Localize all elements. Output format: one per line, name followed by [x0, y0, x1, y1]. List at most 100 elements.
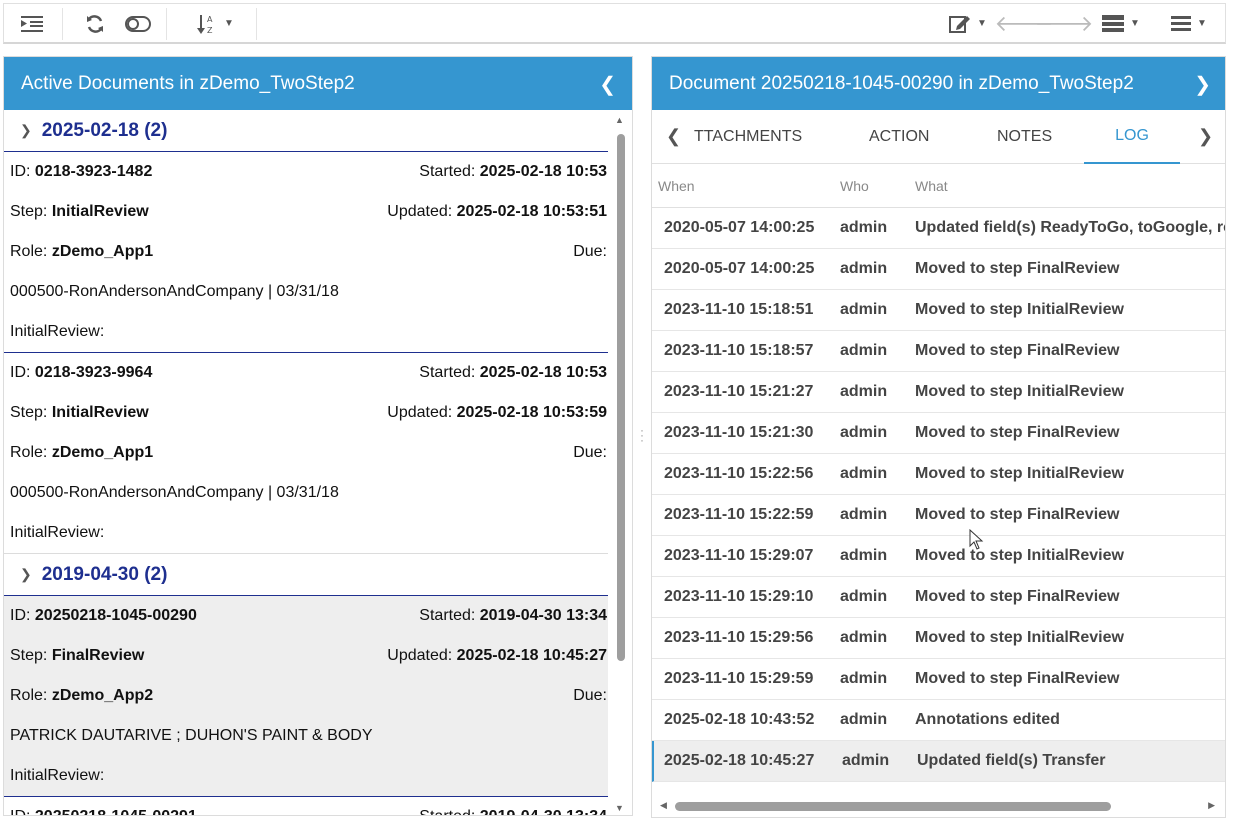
- scrollbar-thumb[interactable]: [675, 802, 1111, 811]
- sort-az-icon[interactable]: AZ ▼: [186, 4, 244, 43]
- document-item[interactable]: ID: 0218-3923-9964 Started: 2025-02-18 10…: [4, 353, 610, 554]
- log-row[interactable]: 2023-11-10 15:22:56 admin Moved to step In…: [652, 454, 1225, 495]
- log-row[interactable]: 2023-11-10 15:29:07 admin Moved to step In…: [652, 536, 1225, 577]
- toolbar: AZ ▼ ▼ 🡐 🡒 ▼ ▼: [3, 3, 1226, 44]
- doc-role: zDemo_App1: [51, 444, 154, 461]
- log-row[interactable]: 2020-05-07 14:00:25 admin Updated field(s)…: [652, 208, 1225, 249]
- document-item-selected[interactable]: ID: 20250218-1045-00290 Started: 2019-04-…: [4, 596, 610, 797]
- doc-started: 2019-04-30 13:34: [480, 808, 607, 815]
- left-panel-header: Active Documents in zDemo_TwoStep2 ❮: [4, 57, 632, 110]
- document-item[interactable]: ID: 20250218-1045-00291Started: 2019-04-…: [4, 797, 610, 815]
- log-row[interactable]: 2023-11-10 15:22:59 admin Moved to step Fi…: [652, 495, 1225, 536]
- tabs-scroll-left-icon[interactable]: ❮: [666, 126, 681, 147]
- log-cell-what: Updated field(s) Transfer: [917, 752, 1106, 769]
- log-cell-when: 2020-05-07 14:00:25: [664, 260, 815, 277]
- log-cell-what: Moved to step FinalReview: [915, 342, 1120, 359]
- doc-step: FinalReview: [51, 647, 145, 664]
- right-panel-title: Document 20250218-1045-00290 in zDemo_Tw…: [669, 72, 1134, 94]
- log-row[interactable]: 2023-11-10 15:29:56 admin Moved to step In…: [652, 618, 1225, 659]
- doc-subject: 000500-RonAndersonAndCompany | 03/31/18: [10, 283, 339, 300]
- log-cell-what: Moved to step FinalReview: [915, 506, 1120, 523]
- scroll-down-icon[interactable]: ▼: [615, 803, 624, 813]
- doc-id: 20250218-1045-00291: [35, 808, 197, 815]
- log-cell-what: Moved to step InitialReview: [915, 301, 1124, 318]
- forward-arrow-icon[interactable]: 🡒: [1035, 4, 1094, 43]
- log-cell-who: admin: [840, 547, 888, 564]
- log-row[interactable]: 2023-11-10 15:29:10 admin Moved to step Fi…: [652, 577, 1225, 618]
- detail-tabs: ❮ TTACHMENTS ACTION NOTES LOG ❯: [652, 110, 1225, 164]
- log-cell-who: admin: [840, 465, 888, 482]
- scroll-up-icon[interactable]: ▲: [615, 115, 624, 125]
- log-cell-what: Moved to step FinalReview: [915, 424, 1120, 441]
- document-detail-panel: Document 20250218-1045-00290 in zDemo_Tw…: [651, 56, 1226, 818]
- doc-step: InitialReview: [51, 203, 149, 220]
- doc-role: zDemo_App1: [51, 243, 154, 260]
- scroll-right-icon[interactable]: ▶: [1208, 800, 1215, 811]
- tab-attachments[interactable]: TTACHMENTS: [694, 110, 802, 164]
- doc-started: 2019-04-30 13:34: [479, 607, 607, 624]
- menu-icon[interactable]: ▼: [1162, 4, 1216, 43]
- log-cell-when: 2023-11-10 15:18:51: [664, 301, 814, 318]
- log-cell-when: 2025-02-18 10:45:27: [664, 752, 815, 769]
- scroll-left-icon[interactable]: ◀: [660, 800, 667, 811]
- log-table-header: When Who What: [652, 164, 1225, 208]
- document-item[interactable]: ID: 0218-3923-1482 Started: 2025-02-18 10…: [4, 152, 610, 353]
- panel-splitter[interactable]: · · ·: [640, 424, 644, 446]
- log-cell-what: Moved to step FinalReview: [915, 260, 1120, 277]
- log-cell-when: 2023-11-10 15:29:10: [664, 588, 814, 605]
- log-cell-who: admin: [840, 342, 888, 359]
- doc-due: Due:: [573, 243, 607, 260]
- log-cell-what: Moved to step FinalReview: [915, 588, 1120, 605]
- log-row[interactable]: 2025-02-18 10:45:27 admin Updated field(s)…: [652, 741, 1225, 782]
- log-cell-when: 2023-11-10 15:21:27: [664, 383, 814, 400]
- group-label: 2019-04-30 (2): [41, 563, 168, 585]
- tab-notes[interactable]: NOTES: [997, 110, 1052, 164]
- column-when[interactable]: When: [652, 178, 840, 194]
- column-who[interactable]: Who: [840, 178, 915, 194]
- log-cell-what: Moved to step InitialReview: [915, 383, 1124, 400]
- log-cell-who: admin: [840, 424, 888, 441]
- log-cell-when: 2023-11-10 15:29:56: [664, 629, 814, 646]
- toggle-icon[interactable]: [122, 4, 154, 43]
- svg-text:A: A: [207, 15, 213, 24]
- tab-log[interactable]: LOG: [1084, 110, 1180, 164]
- log-row[interactable]: 2023-11-10 15:18:57 admin Moved to step Fi…: [652, 331, 1225, 372]
- scrollbar-thumb[interactable]: [617, 134, 625, 661]
- log-cell-who: admin: [840, 711, 888, 728]
- indent-icon[interactable]: [16, 4, 48, 43]
- tabs-scroll-right-icon[interactable]: ❯: [1198, 126, 1213, 147]
- expand-right-icon[interactable]: ❯: [1188, 72, 1211, 97]
- log-row[interactable]: 2020-05-07 14:00:25 admin Moved to step Fi…: [652, 249, 1225, 290]
- log-cell-who: admin: [840, 260, 888, 277]
- left-panel-title: Active Documents in zDemo_TwoStep2: [21, 72, 355, 94]
- column-what[interactable]: What: [915, 178, 1225, 194]
- doc-updated: 2025-02-18 10:53:59: [456, 404, 607, 421]
- log-row[interactable]: 2023-11-10 15:21:30 admin Moved to step Fi…: [652, 413, 1225, 454]
- right-panel-header: Document 20250218-1045-00290 in zDemo_Tw…: [652, 57, 1225, 110]
- edit-icon[interactable]: ▼: [942, 4, 994, 43]
- log-row[interactable]: 2023-11-10 15:29:59 admin Moved to step Fi…: [652, 659, 1225, 700]
- doc-due: Due:: [573, 444, 607, 461]
- log-row[interactable]: 2023-11-10 15:18:51 admin Moved to step In…: [652, 290, 1225, 331]
- view-list-icon[interactable]: ▼: [1094, 4, 1148, 43]
- svg-text:Z: Z: [207, 26, 213, 35]
- document-list-scrollbar[interactable]: ▲ ▼: [608, 110, 632, 815]
- log-horizontal-scrollbar[interactable]: ◀ ▶: [652, 795, 1225, 817]
- refresh-icon[interactable]: [80, 4, 110, 43]
- collapse-left-icon[interactable]: ❮: [599, 72, 616, 97]
- log-cell-who: admin: [840, 301, 888, 318]
- group-header[interactable]: ❯ 2025-02-18 (2): [4, 110, 608, 152]
- log-row[interactable]: 2025-02-18 10:43:52 admin Annotations edit…: [652, 700, 1225, 741]
- doc-note: InitialReview:: [10, 323, 105, 340]
- log-row[interactable]: 2023-11-10 15:21:27 admin Moved to step In…: [652, 372, 1225, 413]
- log-cell-when: 2023-11-10 15:29:59: [664, 670, 814, 687]
- tab-action[interactable]: ACTION: [869, 110, 929, 164]
- log-cell-when: 2023-11-10 15:18:57: [664, 342, 814, 359]
- group-header[interactable]: ❯ 2019-04-30 (2): [4, 554, 608, 596]
- log-cell-who: admin: [840, 588, 888, 605]
- doc-started: 2025-02-18 10:53: [479, 163, 607, 180]
- log-cell-what: Updated field(s) ReadyToGo, toGoogle, re: [915, 219, 1225, 236]
- log-cell-what: Moved to step InitialReview: [915, 547, 1124, 564]
- doc-step: InitialReview: [51, 404, 149, 421]
- mouse-cursor-icon: [969, 529, 984, 550]
